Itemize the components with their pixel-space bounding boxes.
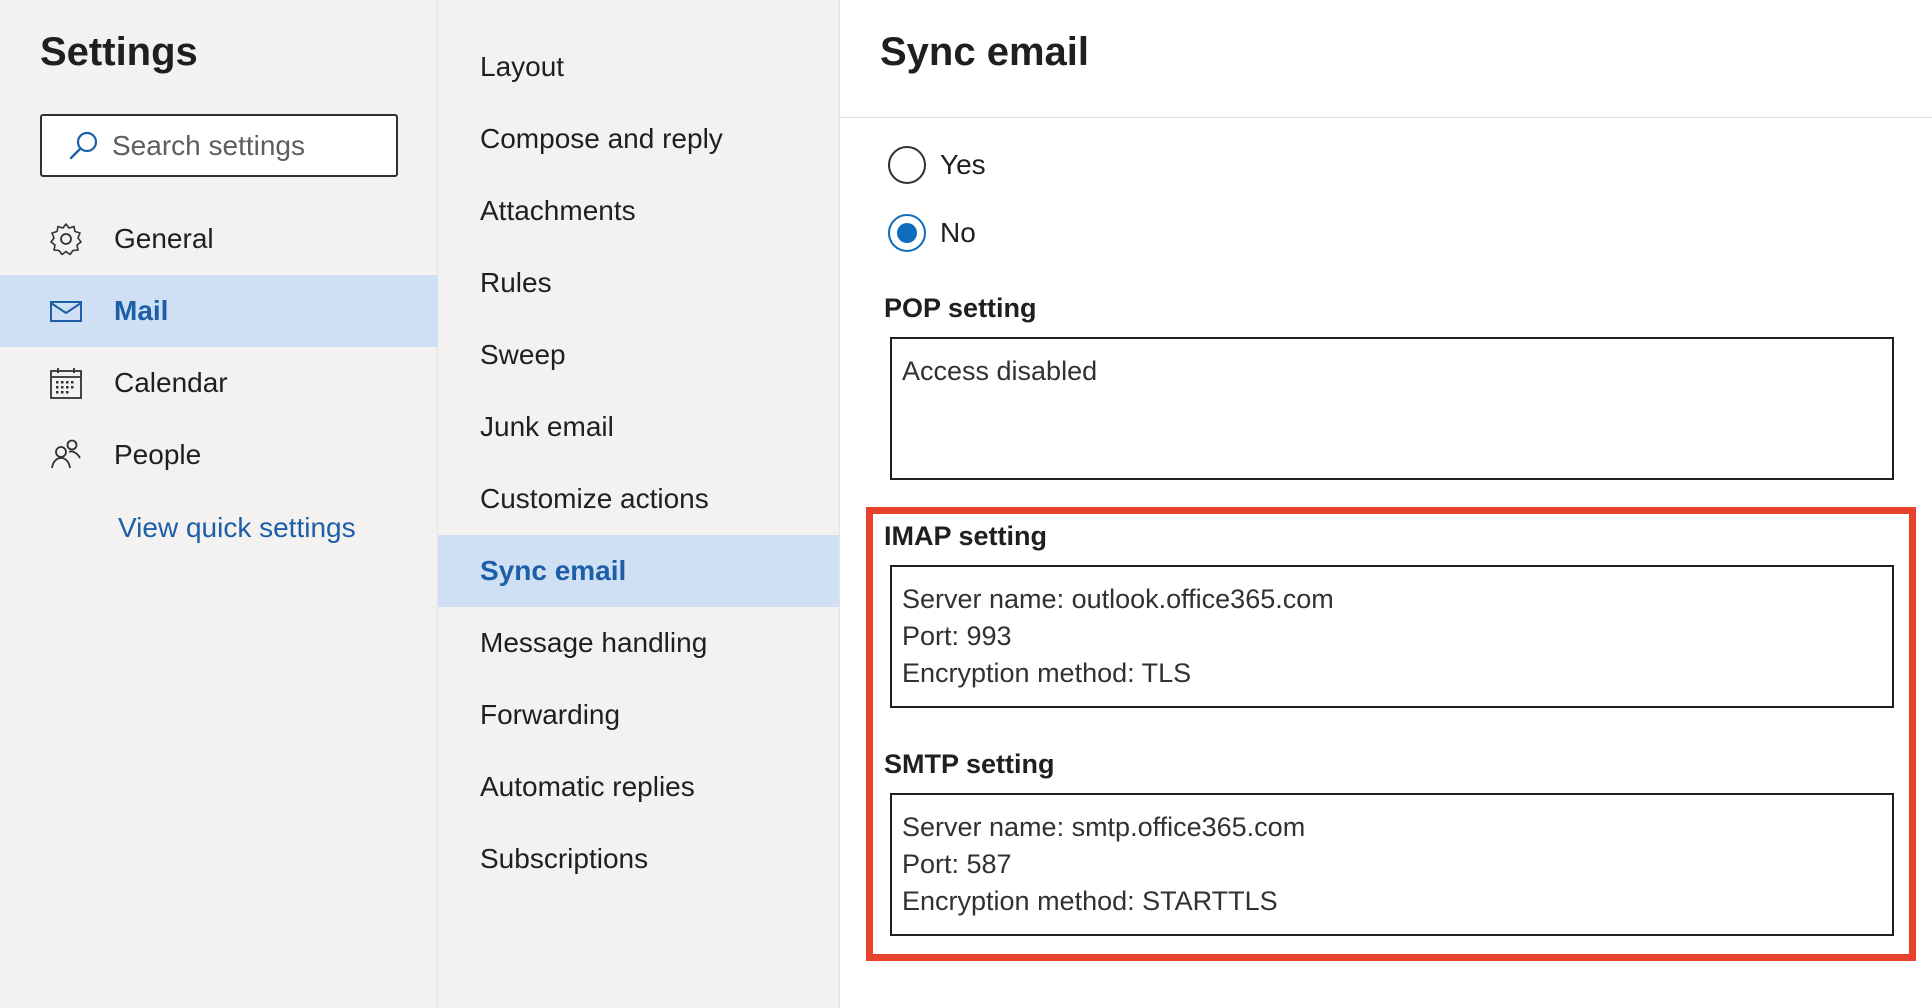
calendar-icon bbox=[44, 361, 88, 405]
search-icon bbox=[64, 126, 104, 166]
mail-section-layout[interactable]: Layout bbox=[438, 31, 839, 103]
settings-category-list: General Mail Calendar People bbox=[0, 203, 438, 491]
search-box[interactable] bbox=[40, 114, 398, 177]
view-quick-settings-link[interactable]: View quick settings bbox=[118, 512, 356, 544]
nav-item-general[interactable]: General bbox=[0, 203, 438, 275]
nav-item-label: Calendar bbox=[114, 367, 228, 398]
radio-button[interactable] bbox=[888, 214, 926, 252]
mail-section-sync-email[interactable]: Sync email bbox=[438, 535, 839, 607]
radio-option-yes[interactable]: Yes bbox=[888, 146, 986, 184]
imap-setting-label: IMAP setting bbox=[884, 521, 1048, 551]
smtp-server-name: Server name: smtp.office365.com bbox=[902, 812, 1306, 842]
radio-button[interactable] bbox=[888, 146, 926, 184]
settings-nav-pane: Settings General bbox=[0, 0, 438, 1008]
radio-option-no[interactable]: No bbox=[888, 214, 976, 252]
page-title: Sync email bbox=[880, 30, 1090, 74]
mail-section-forwarding[interactable]: Forwarding bbox=[438, 679, 839, 751]
gear-icon bbox=[44, 217, 88, 261]
pop-setting-label: POP setting bbox=[884, 293, 1037, 323]
mail-section-attachments[interactable]: Attachments bbox=[438, 175, 839, 247]
mail-sections-pane: Layout Compose and reply Attachments Rul… bbox=[438, 0, 840, 1008]
mail-section-junk-email[interactable]: Junk email bbox=[438, 391, 839, 463]
mail-section-compose-and-reply[interactable]: Compose and reply bbox=[438, 103, 839, 175]
nav-item-label: People bbox=[114, 439, 202, 470]
pop-setting-box: Access disabled bbox=[890, 337, 1894, 480]
smtp-setting-label: SMTP setting bbox=[884, 749, 1055, 779]
nav-item-label: General bbox=[114, 223, 214, 254]
imap-port: Port: 993 bbox=[902, 621, 1012, 651]
content-header: Sync email bbox=[840, 0, 1932, 118]
mail-section-rules[interactable]: Rules bbox=[438, 247, 839, 319]
radio-selected-dot bbox=[897, 223, 917, 243]
smtp-port: Port: 587 bbox=[902, 849, 1012, 879]
nav-item-label: Mail bbox=[114, 295, 169, 326]
pop-setting-line: Access disabled bbox=[902, 356, 1098, 386]
mail-section-subscriptions[interactable]: Subscriptions bbox=[438, 823, 839, 895]
sync-email-content: Sync email Yes No POP setting Access dis… bbox=[840, 0, 1932, 1008]
radio-label: Yes bbox=[940, 149, 986, 180]
imap-setting-box: Server name: outlook.office365.com Port:… bbox=[890, 565, 1894, 708]
settings-title: Settings bbox=[40, 30, 198, 74]
nav-item-calendar[interactable]: Calendar bbox=[0, 347, 438, 419]
imap-encryption-method: Encryption method: TLS bbox=[902, 658, 1192, 688]
radio-label: No bbox=[940, 217, 976, 248]
smtp-encryption-method: Encryption method: STARTTLS bbox=[902, 886, 1278, 916]
nav-item-mail[interactable]: Mail bbox=[0, 275, 438, 347]
search-input[interactable] bbox=[110, 128, 384, 163]
smtp-setting-box: Server name: smtp.office365.com Port: 58… bbox=[890, 793, 1894, 936]
settings-window: Settings General bbox=[0, 0, 1932, 1008]
mail-icon bbox=[44, 289, 88, 333]
mail-section-customize-actions[interactable]: Customize actions bbox=[438, 463, 839, 535]
mail-section-message-handling[interactable]: Message handling bbox=[438, 607, 839, 679]
mail-sections-list: Layout Compose and reply Attachments Rul… bbox=[438, 31, 839, 895]
nav-item-people[interactable]: People bbox=[0, 419, 438, 491]
mail-section-sweep[interactable]: Sweep bbox=[438, 319, 839, 391]
people-icon bbox=[44, 433, 88, 477]
imap-server-name: Server name: outlook.office365.com bbox=[902, 584, 1334, 614]
mail-section-automatic-replies[interactable]: Automatic replies bbox=[438, 751, 839, 823]
